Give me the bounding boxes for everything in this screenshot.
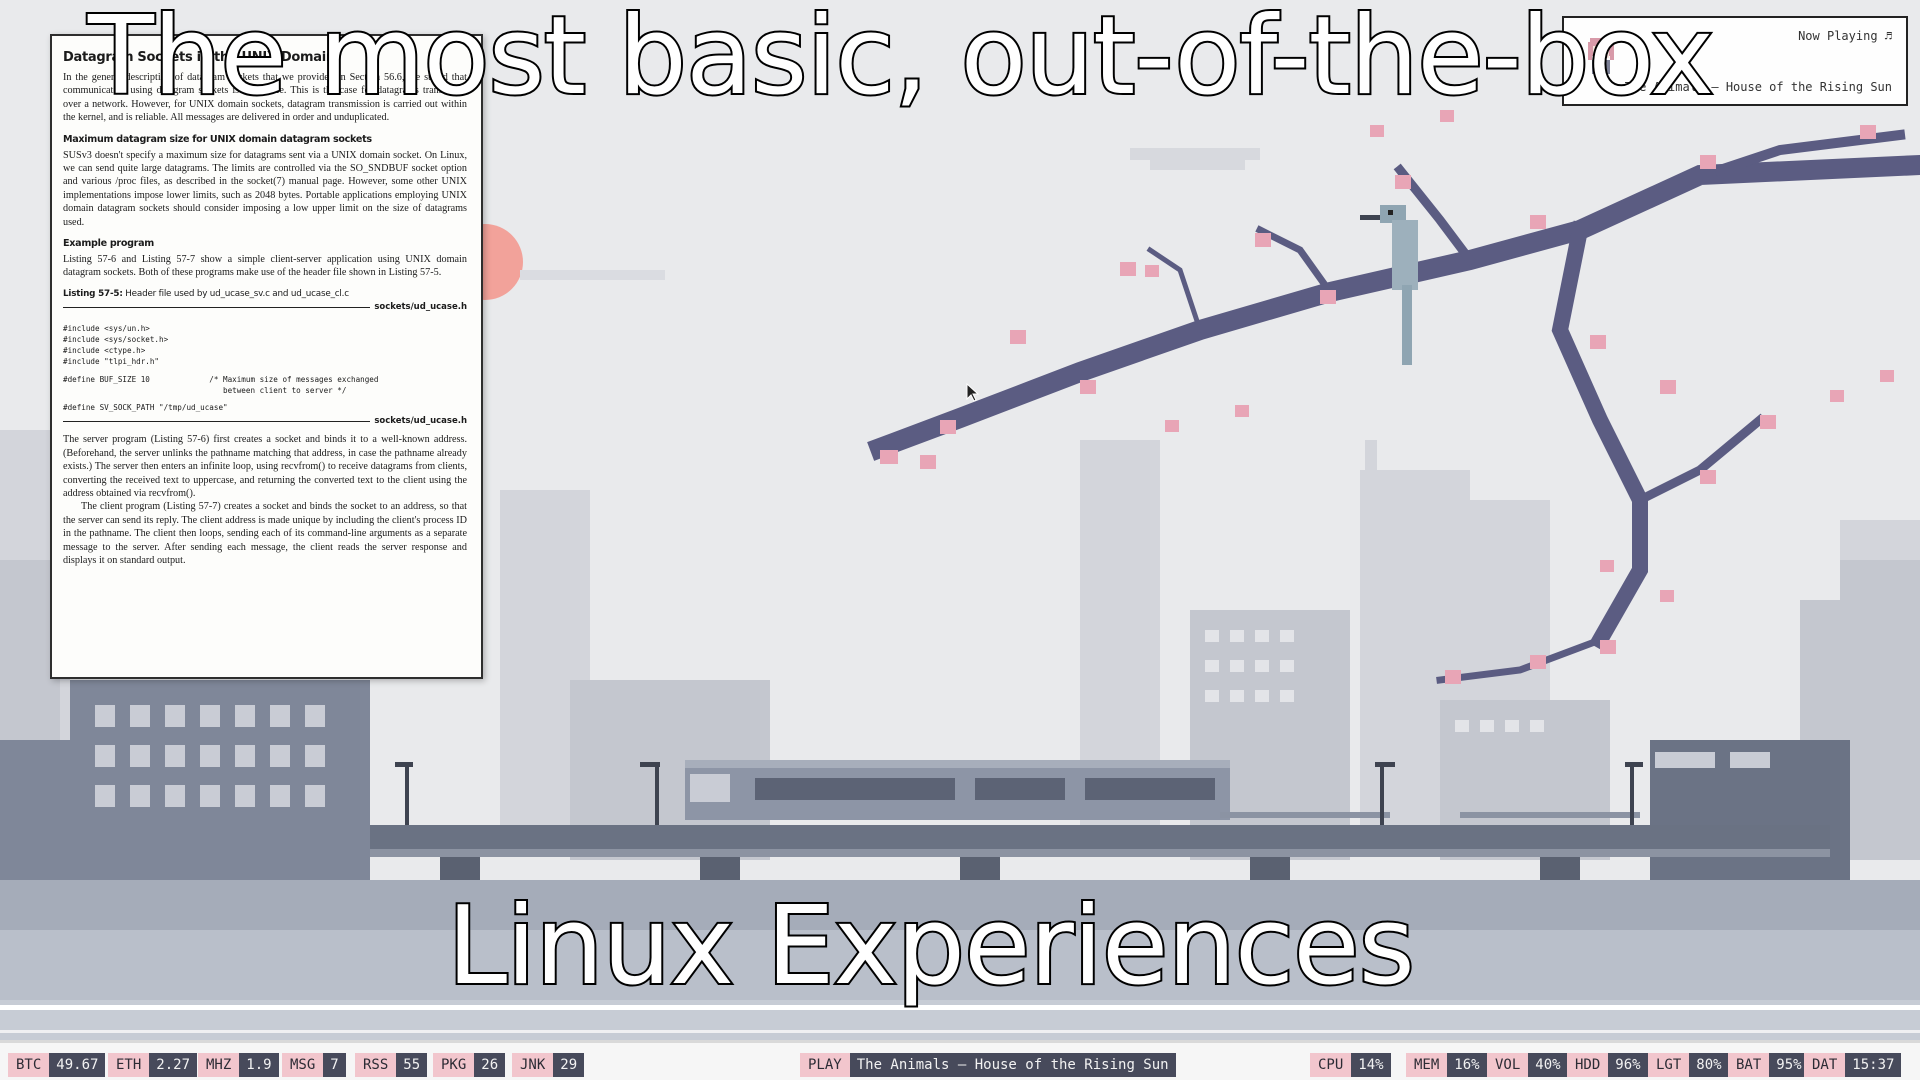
status-jnk[interactable]: JNK 29 [512, 1053, 585, 1077]
doc-paragraph-max-size: SUSv3 doesn't specify a maximum size for… [63, 149, 467, 228]
status-msg-key: MSG [282, 1053, 324, 1077]
status-eth-value: 2.27 [149, 1053, 198, 1077]
status-msg[interactable]: MSG 7 [282, 1053, 346, 1077]
status-cpu[interactable]: CPU 14% [1310, 1053, 1391, 1077]
overlay-caption-bottom: Linux Experiences [445, 882, 1417, 1011]
listing-caption-text: Header file used by ud_ucase_sv.c and ud… [125, 288, 349, 299]
status-vol[interactable]: VOL 40% [1487, 1053, 1568, 1077]
doc-paragraph-client: The client program (Listing 57-7) create… [63, 501, 467, 566]
code-define-bufsize: #define BUF_SIZE 10 /* Maximum size of m… [63, 374, 379, 395]
status-rss-key: RSS [355, 1053, 397, 1077]
status-date-key: DAT [1804, 1053, 1846, 1077]
code-includes: #include <sys/un.h> #include <sys/socket… [63, 323, 169, 367]
subsection-title-example: Example program [63, 238, 154, 250]
status-pkg[interactable]: PKG 26 [433, 1053, 506, 1077]
status-mhz-value: 1.9 [239, 1053, 279, 1077]
status-hdd[interactable]: HDD 96% [1567, 1053, 1648, 1077]
status-cpu-key: CPU [1310, 1053, 1352, 1077]
status-eth-key: ETH [108, 1053, 150, 1077]
overlay-caption-top: The most basic, out-of-the-box [86, 0, 1716, 121]
status-cpu-value: 14% [1351, 1053, 1391, 1077]
listing-footer-rule: sockets/ud_ucase.h [63, 416, 467, 431]
status-lgt-value: 80% [1689, 1053, 1729, 1077]
status-mem[interactable]: MEM 16% [1406, 1053, 1487, 1077]
status-play[interactable]: PLAY The Animals — House of the Rising S… [800, 1053, 1176, 1077]
listing-header-rule: sockets/ud_ucase.h [63, 301, 467, 317]
document-viewer-window[interactable]: Datagram Sockets in the UNIX Domain In t… [50, 34, 483, 679]
listing-label: Listing 57-5: [63, 288, 123, 299]
status-date-value: 15:37 [1845, 1053, 1902, 1077]
status-date[interactable]: DAT 15:37 [1804, 1053, 1902, 1077]
status-pkg-value: 26 [474, 1053, 506, 1077]
status-rss-value: 55 [396, 1053, 428, 1077]
status-lgt[interactable]: LGT 80% [1648, 1053, 1729, 1077]
status-bar: BTC 49.67 ETH 2.27 MHZ 1.9 MSG 7 RSS 55 … [0, 1040, 1920, 1080]
status-mem-key: MEM [1406, 1053, 1448, 1077]
status-play-key: PLAY [800, 1053, 850, 1077]
status-vol-value: 40% [1528, 1053, 1568, 1077]
status-pkg-key: PKG [433, 1053, 475, 1077]
doc-paragraph-server: The server program (Listing 57-6) first … [63, 434, 467, 499]
status-hdd-value: 96% [1608, 1053, 1648, 1077]
status-jnk-key: JNK [512, 1053, 554, 1077]
status-rss[interactable]: RSS 55 [355, 1053, 428, 1077]
status-btc[interactable]: BTC 49.67 [8, 1053, 106, 1077]
status-btc-key: BTC [8, 1053, 50, 1077]
code-define-sockpath: #define SV_SOCK_PATH "/tmp/ud_ucase" [63, 403, 228, 413]
status-lgt-key: LGT [1648, 1053, 1690, 1077]
listing-caption: Listing 57-5: Header file used by ud_uca… [63, 289, 467, 299]
status-bat-key: BAT [1728, 1053, 1770, 1077]
status-mem-value: 16% [1447, 1053, 1487, 1077]
status-bat[interactable]: BAT 95% [1728, 1053, 1809, 1077]
status-mhz[interactable]: MHZ 1.9 [198, 1053, 279, 1077]
doc-paragraph-example: Listing 57-6 and Listing 57-7 show a sim… [63, 254, 467, 279]
status-mhz-key: MHZ [198, 1053, 240, 1077]
status-eth[interactable]: ETH 2.27 [108, 1053, 198, 1077]
now-playing-label: Now Playing ♬ [1798, 29, 1892, 43]
status-play-value: The Animals — House of the Rising Sun [849, 1053, 1176, 1077]
mouse-pointer-icon [966, 383, 980, 402]
status-btc-value: 49.67 [49, 1053, 106, 1077]
status-jnk-value: 29 [553, 1053, 585, 1077]
status-msg-value: 7 [323, 1053, 346, 1077]
listing-filename-end: sockets/ud_ucase.h [370, 416, 467, 427]
status-hdd-key: HDD [1567, 1053, 1609, 1077]
subsection-title-max-size: Maximum datagram size for UNIX domain da… [63, 133, 372, 145]
listing-filename: sockets/ud_ucase.h [370, 301, 467, 312]
status-vol-key: VOL [1487, 1053, 1529, 1077]
status-bat-value: 95% [1769, 1053, 1809, 1077]
